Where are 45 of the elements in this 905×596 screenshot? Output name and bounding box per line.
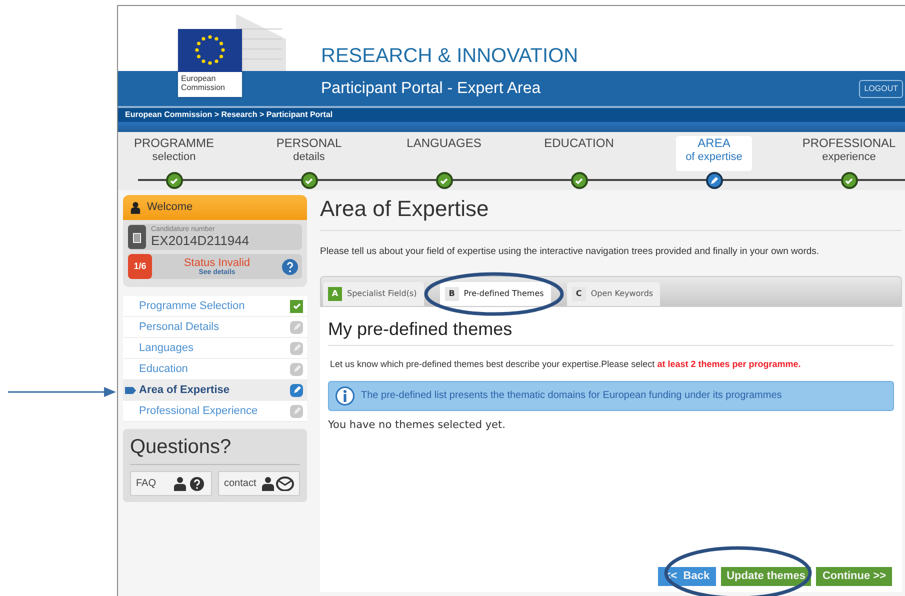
status-text: Status Invalid — [184, 256, 250, 268]
pointer-tag-icon — [125, 386, 136, 394]
person-mail-icon — [260, 476, 294, 491]
candidature-number: EX2014D211944 — [151, 234, 250, 248]
contact-button[interactable]: contact — [218, 471, 300, 496]
eu-flag-icon — [178, 29, 242, 72]
check-icon — [844, 176, 854, 186]
sidebar-item[interactable]: Area of Expertise — [123, 380, 307, 401]
section-title: My pre-defined themes — [328, 317, 894, 346]
intro-text: Please tell us about your field of expertise using the interactive navigation trees provided and finally in your own words. — [320, 245, 820, 259]
info-text: The pre-defined list presents the thematic domains for European funding under its programmes — [361, 389, 782, 404]
step-tab[interactable]: LANGUAGES — [396, 136, 492, 171]
tab-letter: B — [444, 287, 459, 302]
person-question-icon — [172, 476, 206, 491]
tab-letter: A — [328, 287, 342, 302]
logout-button[interactable]: LOGOUT — [859, 80, 903, 98]
step-tab[interactable]: EDUCATION — [534, 136, 624, 171]
check-icon — [304, 176, 314, 186]
person-icon — [130, 201, 141, 214]
check-icon — [439, 176, 449, 186]
welcome-label: Welcome — [147, 200, 193, 216]
pencil-icon — [709, 176, 719, 186]
step-tab[interactable]: PROFESSIONAL experience — [792, 136, 905, 171]
step-tab[interactable]: PROGRAMME selection — [124, 136, 224, 171]
id-card-icon — [128, 225, 146, 249]
progress-badge: 1/6 — [128, 254, 152, 279]
check-icon — [169, 176, 179, 186]
site-title: RESEARCH & INNOVATION — [321, 46, 578, 66]
empty-message: You have no themes selected yet. — [328, 418, 506, 433]
portal-title: Participant Portal - Expert Area — [321, 78, 541, 98]
tab[interactable]: C Open Keywords — [566, 282, 660, 306]
check-icon — [574, 176, 584, 186]
tab[interactable]: B Pre-defined Themes — [440, 282, 551, 306]
logo-text: European Commission — [180, 73, 226, 92]
step-tab[interactable]: AREA of expertise — [676, 136, 752, 171]
questions-title: Questions? — [130, 434, 300, 465]
tab[interactable]: A Specialist Field(s) — [323, 282, 424, 306]
breadcrumb: European Commission > Research > Participant Portal — [125, 109, 333, 121]
help-icon[interactable] — [282, 258, 298, 274]
tab-letter: C — [572, 287, 586, 302]
page-title: Area of Expertise — [320, 194, 902, 231]
instruction-text: Let us know which pre-defined themes best describe your expertise.Please select at least 2 themes per programme. — [330, 358, 802, 372]
faq-button[interactable]: FAQ — [130, 471, 212, 496]
info-icon — [335, 386, 355, 406]
step-tab[interactable]: PERSONAL details — [266, 136, 352, 171]
